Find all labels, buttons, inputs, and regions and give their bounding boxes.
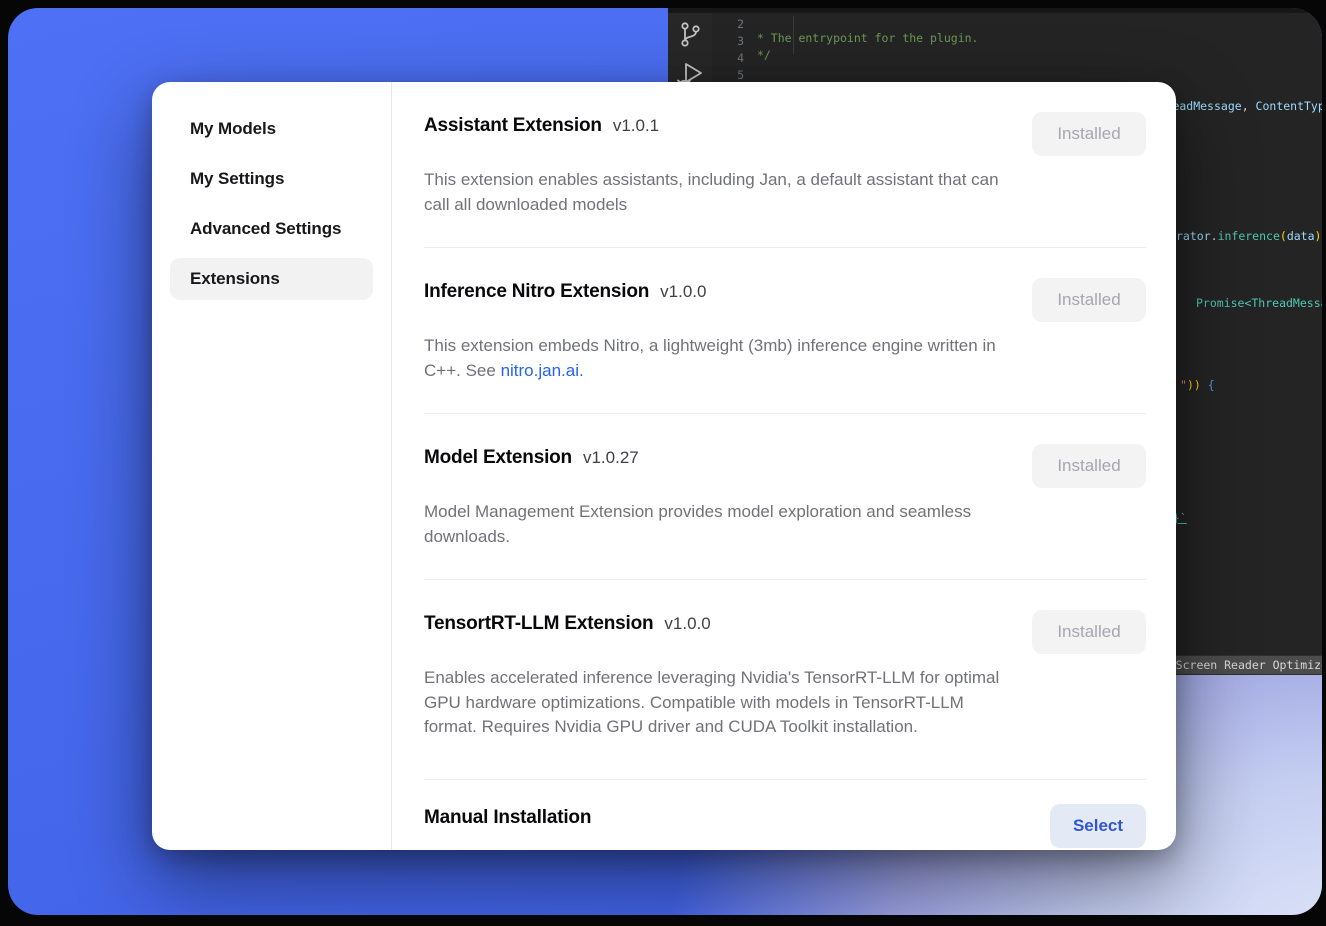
extension-row-nitro: Inference Nitro Extension v1.0.0 Install… bbox=[424, 248, 1146, 414]
installed-button[interactable]: Installed bbox=[1032, 444, 1146, 488]
extension-description: This extension enables assistants, inclu… bbox=[424, 168, 1009, 217]
code-fragment: rator.inference(data)); bbox=[1176, 229, 1322, 243]
extensions-list: Assistant Extension v1.0.1 Installed Thi… bbox=[392, 82, 1176, 850]
select-file-button[interactable]: Select bbox=[1050, 804, 1146, 848]
settings-modal: My Models My Settings Advanced Settings … bbox=[152, 82, 1176, 850]
extension-description: This extension embeds Nitro, a lightweig… bbox=[424, 334, 1009, 383]
code-line: 4 bbox=[712, 37, 1322, 54]
extension-name: Assistant Extension bbox=[424, 115, 602, 137]
settings-sidebar: My Models My Settings Advanced Settings … bbox=[152, 82, 392, 850]
extension-description: Model Management Extension provides mode… bbox=[424, 500, 1009, 549]
code-line: 2 * The entrypoint for the plugin. bbox=[712, 8, 1322, 20]
extension-description: Enables accelerated inference leveraging… bbox=[424, 666, 1009, 740]
extension-row-tensorrt: TensortRT-LLM Extension v1.0.0 Installed… bbox=[424, 580, 1146, 780]
extension-version: v1.0.0 bbox=[660, 282, 706, 302]
manual-installation-row: Manual Installation Select Select an ext… bbox=[424, 780, 1146, 851]
sidebar-item-extensions[interactable]: Extensions bbox=[170, 258, 373, 300]
extension-row-assistant: Assistant Extension v1.0.1 Installed Thi… bbox=[424, 82, 1146, 248]
screen-reader-status[interactable]: Screen Reader Optimize bbox=[1166, 656, 1322, 674]
sidebar-item-advanced-settings[interactable]: Advanced Settings bbox=[170, 208, 373, 250]
extension-name: Model Extension bbox=[424, 447, 572, 469]
sidebar-item-my-settings[interactable]: My Settings bbox=[170, 158, 373, 200]
sidebar-item-my-models[interactable]: My Models bbox=[170, 108, 373, 150]
source-control-icon[interactable] bbox=[676, 19, 704, 51]
extension-name: TensortRT-LLM Extension bbox=[424, 613, 653, 635]
extension-version: v1.0.0 bbox=[664, 614, 710, 634]
installed-button[interactable]: Installed bbox=[1032, 278, 1146, 322]
jan-app-window: 2 * The entrypoint for the plugin. 3 */ … bbox=[8, 8, 1322, 915]
desktop: 2 * The entrypoint for the plugin. 3 */ … bbox=[0, 0, 1326, 926]
code-line: 5 // Web / extension runtime bbox=[712, 54, 1322, 71]
extension-version: v1.0.27 bbox=[583, 448, 639, 468]
manual-installation-title: Manual Installation bbox=[424, 807, 591, 829]
extension-version: v1.0.1 bbox=[613, 116, 659, 136]
installed-button[interactable]: Installed bbox=[1032, 610, 1146, 654]
code-line: 3 */ bbox=[712, 20, 1322, 37]
code-fragment: ")) { bbox=[1180, 378, 1215, 392]
code-fragment: Promise<ThreadMessage> bbox=[1196, 296, 1322, 310]
nitro-jan-ai-link[interactable]: nitro.jan.ai. bbox=[501, 361, 584, 380]
extension-name: Inference Nitro Extension bbox=[424, 281, 649, 303]
extension-row-model: Model Extension v1.0.27 Installed Model … bbox=[424, 414, 1146, 580]
installed-button[interactable]: Installed bbox=[1032, 112, 1146, 156]
